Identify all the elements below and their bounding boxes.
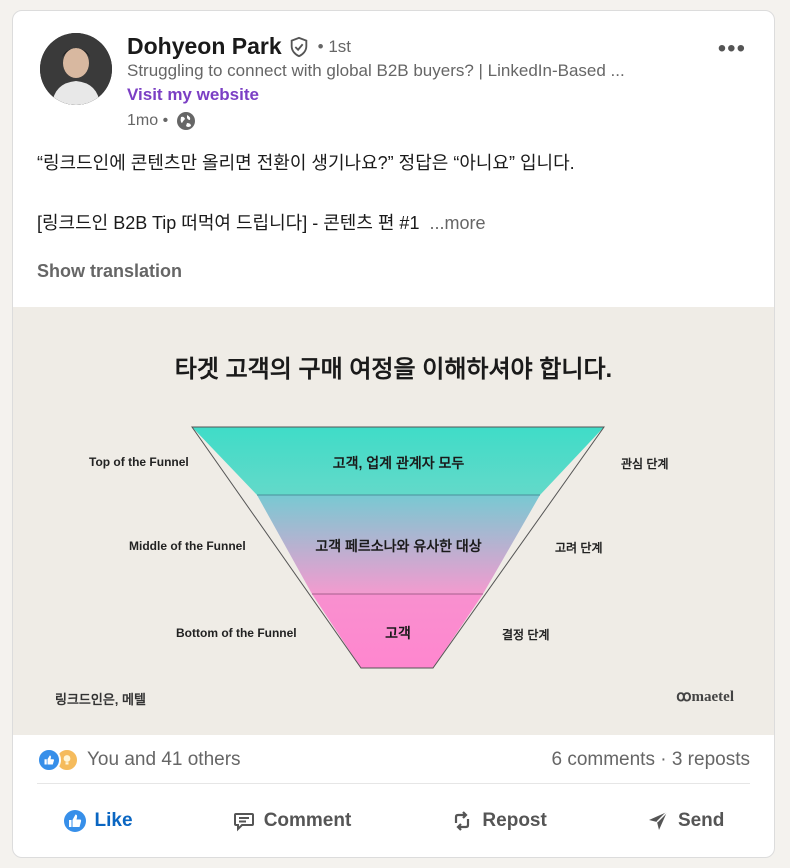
label-bottom-of-funnel: Bottom of the Funnel [176,626,297,640]
label-middle-of-funnel: Middle of the Funnel [129,539,246,553]
post-text-line2-content: [링크드인 B2B Tip 떠먹여 드립니다] - 콘텐츠 편 #1 [37,213,420,233]
funnel-graphic [191,426,605,669]
post-meta: 1mo • [127,111,196,131]
action-bar: Like Comment Repost Send [13,797,774,845]
label-decision-stage: 결정 단계 [502,628,550,642]
globe-icon [177,112,196,130]
send-button[interactable]: Send [646,809,724,833]
verified-icon [290,36,307,57]
label-awareness-stage: 관심 단계 [621,457,669,471]
social-counts: You and 41 others 6 comments · 3 reposts [13,739,774,781]
repost-icon [455,811,470,831]
like-label: Like [94,810,133,831]
comment-label: Comment [263,810,352,831]
see-more-link[interactable]: ...more [429,213,485,233]
repost-button[interactable]: Repost [450,809,547,833]
like-reaction-icon [37,748,61,772]
stage-text-top: 고객, 업계 관계자 모두 [332,455,465,471]
comments-reposts-count[interactable]: 6 comments · 3 reposts [551,749,750,771]
post-time: 1mo • [127,112,169,129]
website-link[interactable]: Visit my website [127,85,259,105]
stage-text-middle: 고객 페르소나와 유사한 대상 [315,538,482,554]
comment-icon [233,813,254,832]
more-options-icon[interactable]: ••• [718,35,746,63]
author-row: Dohyeon Park • 1st [127,33,351,60]
avatar[interactable] [40,33,112,105]
divider [37,783,750,784]
post-text-line2: [링크드인 B2B Tip 떠먹여 드립니다] - 콘텐츠 편 #1 ...mor… [37,209,485,235]
image-footer-left: 링크드인은, 메텔 [55,692,146,707]
post-text-line1: “링크드인에 콘텐츠만 올리면 전환이 생기나요?” 정답은 “아니요” 입니다… [37,153,575,173]
label-consideration-stage: 고려 단계 [555,541,603,555]
repost-label: Repost [482,810,547,831]
send-label: Send [677,810,725,831]
like-icon [63,810,86,832]
maetel-logo: ꝏmaetel [676,689,734,705]
reactions[interactable]: You and 41 others [37,748,241,772]
send-icon [648,811,668,830]
show-translation-button[interactable]: Show translation [37,261,182,282]
post-card: Dohyeon Park • 1st Struggling to connect… [12,10,775,858]
like-button[interactable]: Like [63,809,133,833]
comment-button[interactable]: Comment [232,809,352,833]
label-top-of-funnel: Top of the Funnel [89,455,189,469]
stage-text-bottom: 고객 [385,625,411,641]
author-headline: Struggling to connect with global B2B bu… [127,61,625,80]
connection-degree: • 1st [317,36,352,56]
post-image[interactable]: 타겟 고객의 구매 여정을 이해하셔야 합니다. Top of the Funn… [13,307,774,735]
author-name[interactable]: Dohyeon Park [127,33,282,60]
reactions-text[interactable]: You and 41 others [87,749,241,771]
